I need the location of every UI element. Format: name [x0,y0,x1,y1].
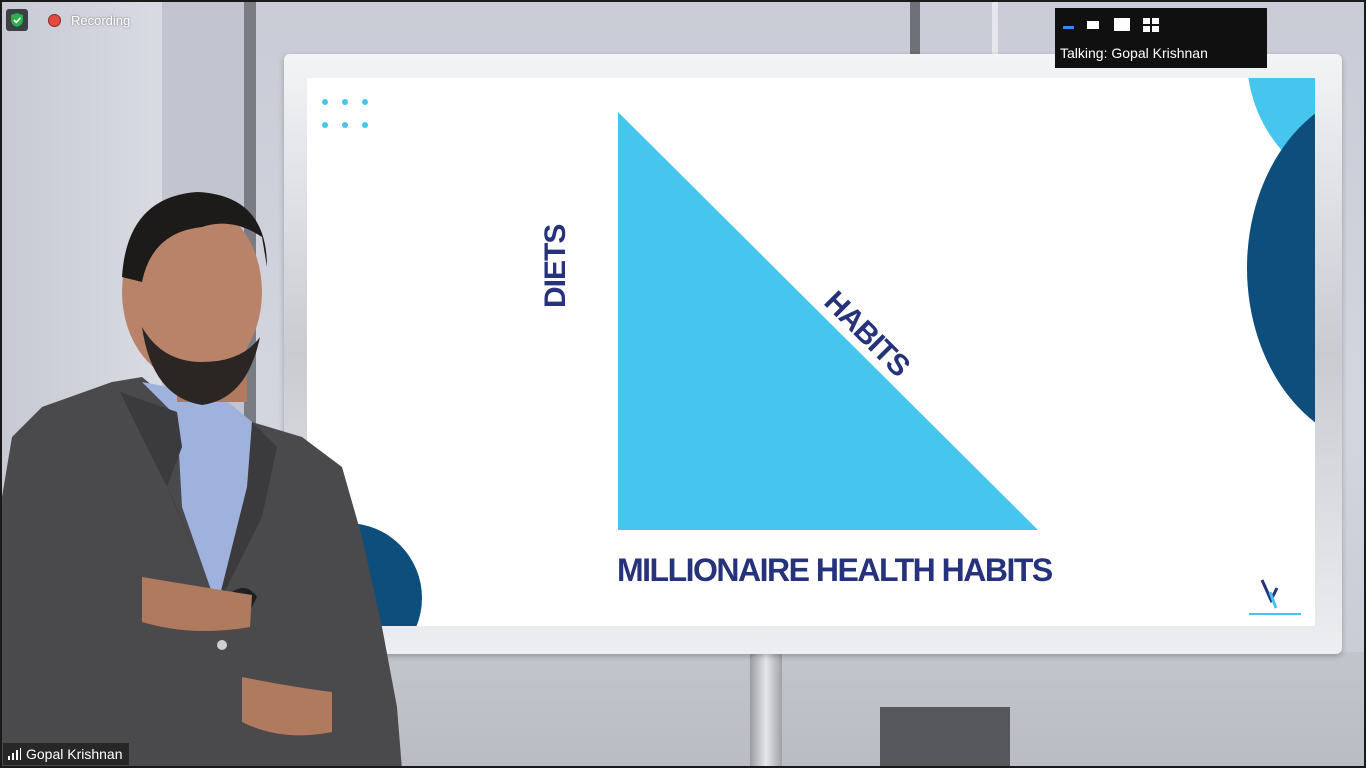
recording-icon [48,14,61,27]
video-feed: DIETS HABITS MILLIONAIRE HEALTH HABITS [2,2,1364,766]
active-speaker-label: Talking: Gopal Krishnan [1060,45,1208,61]
slide-logo [1249,579,1301,615]
speaker-view-icon[interactable] [1113,18,1131,34]
thumbnail-view-icon[interactable] [1085,18,1101,34]
security-status[interactable] [6,9,28,31]
participant-name-tag: Gopal Krishnan [3,743,129,765]
gallery-view-icon[interactable] [1142,18,1160,34]
slide-dot [322,99,328,105]
speaker-panel[interactable]: Talking: Gopal Krishnan [1055,8,1267,68]
presentation-slide: DIETS HABITS MILLIONAIRE HEALTH HABITS [307,78,1315,626]
minimize-view-icon[interactable] [1061,18,1077,34]
presenter-video [2,192,402,766]
stage-block [880,707,1010,766]
signal-strength-icon [8,748,21,760]
recording-label: Recording [71,13,131,28]
slide-dot [362,99,368,105]
slide-graphics [307,78,1315,626]
participant-name: Gopal Krishnan [26,746,123,762]
slide-dot [342,99,348,105]
monitor-stand [750,647,782,766]
slide-dot [342,122,348,128]
shield-icon [11,13,23,27]
slide-dot [322,122,328,128]
slide-dot [362,122,368,128]
slide-title: MILLIONAIRE HEALTH HABITS [617,552,1053,588]
slide-label-diets: DIETS [539,224,572,308]
